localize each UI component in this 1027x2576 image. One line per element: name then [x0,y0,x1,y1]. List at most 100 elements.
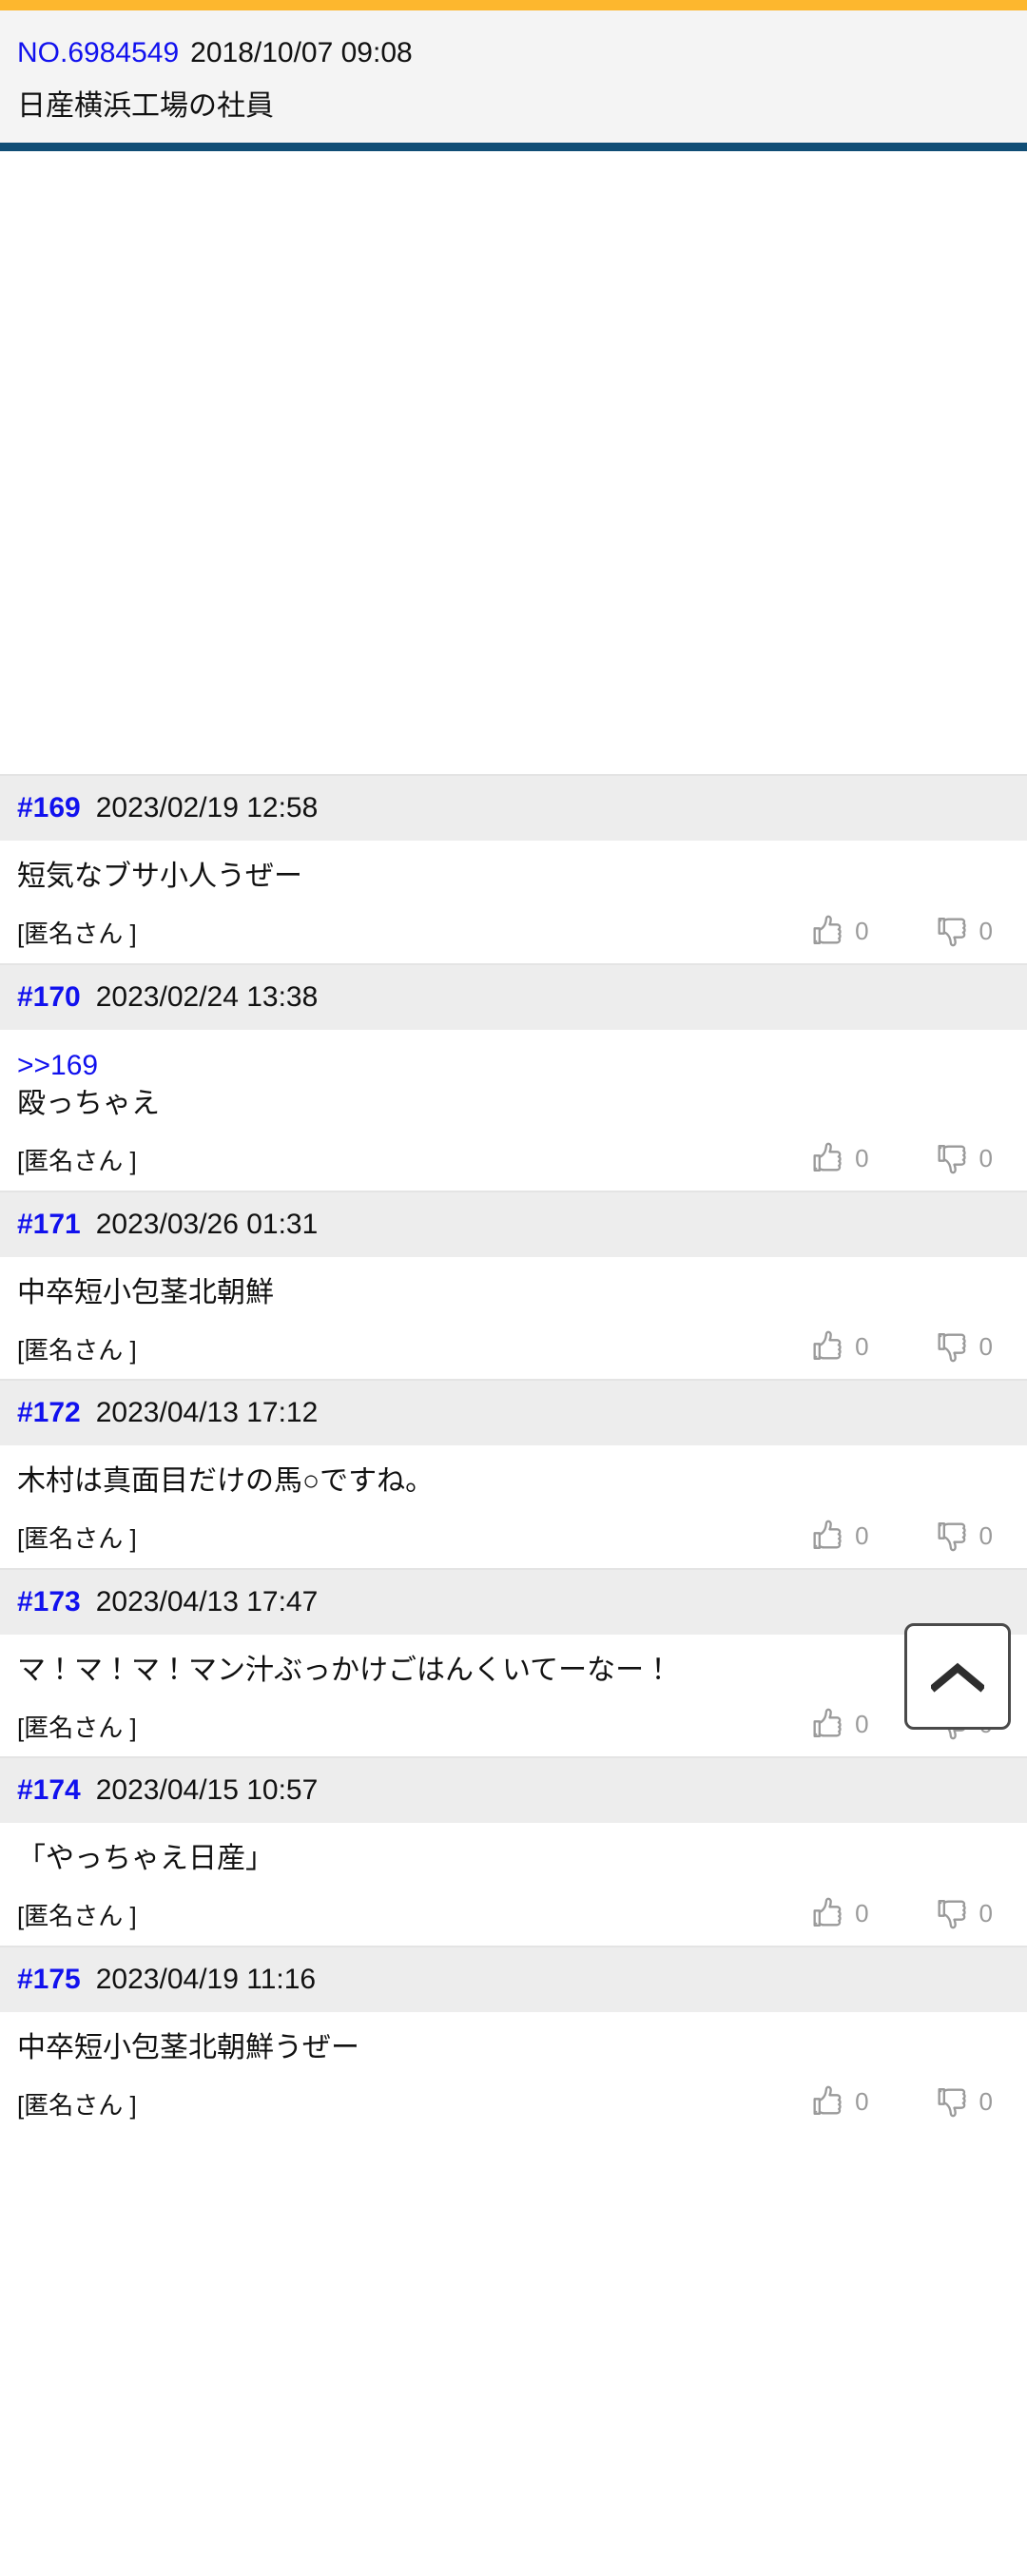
post-header: #174 2023/04/15 10:57 [0,1756,1027,1823]
thumbs-down-icon [938,1333,966,1363]
thumbs-down-icon [938,1521,966,1551]
like-button[interactable]: 0 [811,1517,869,1555]
thumbs-up-icon [813,1708,842,1737]
post-body: 木村は真面目だけの馬○ですね。 [0,1445,1027,1501]
reaction-group: 0 0 [811,1894,1010,1932]
like-count: 0 [855,1520,869,1550]
thumbs-down-icon [938,2088,966,2118]
thumbs-down-icon [938,1144,966,1173]
thread-meta: NO.6984549 2018/10/07 09:08 [17,35,1010,71]
thread-posted-at: 2018/10/07 09:08 [190,37,413,68]
dislike-count: 0 [979,2087,993,2116]
post-number-link[interactable]: #172 [17,1397,81,1428]
post-number-link[interactable]: #175 [17,1964,81,1995]
post-footer: [匿名さん ] 0 0 [0,897,1027,963]
post-text: 木村は真面目だけの馬○ですね。 [17,1465,435,1497]
thread-number-link[interactable]: NO.6984549 [17,37,179,68]
chevron-up-icon [931,1662,984,1693]
thumbs-up-icon [813,2085,842,2115]
post-author: [匿名さん ] [17,1713,137,1742]
post-text: 殴っちゃえ [17,1088,160,1119]
thumbs-up-icon [813,1520,842,1549]
post-header: #169 2023/02/19 12:58 [0,774,1027,841]
dislike-button[interactable]: 0 [936,1327,993,1365]
scroll-to-top-button[interactable] [904,1623,1011,1730]
thread-header: NO.6984549 2018/10/07 09:08 日産横浜工場の社員 [0,10,1027,151]
post-date: 2023/04/15 10:57 [95,1774,319,1806]
like-count: 0 [855,1710,869,1738]
post-date: 2023/02/19 12:58 [95,792,319,823]
post-body: 中卒短小包茎北朝鮮うぜー [0,2012,1027,2068]
post-body: 中卒短小包茎北朝鮮 [0,1257,1027,1313]
like-count: 0 [855,2087,869,2116]
dislike-button[interactable]: 0 [936,1139,993,1177]
like-count: 0 [855,916,869,945]
post-author: [匿名さん ] [17,1335,137,1365]
quote-reference-link[interactable]: >>169 [17,1047,1010,1086]
post-author: [匿名さん ] [17,1902,137,1931]
top-accent-bar [0,0,1027,10]
dislike-button[interactable]: 0 [936,912,993,950]
post-footer: [匿名さん ] 0 0 [0,2067,1027,2134]
post-text: 中卒短小包茎北朝鮮 [17,1276,274,1308]
reaction-group: 0 0 [811,1327,1010,1365]
post-body: 「やっちゃえ日産」 [0,1823,1027,1879]
like-button[interactable]: 0 [811,912,869,950]
like-button[interactable]: 0 [811,2082,869,2121]
post-header: #172 2023/04/13 17:12 [0,1379,1027,1445]
post-author: [匿名さん ] [17,920,137,949]
post-header: #170 2023/02/24 13:38 [0,962,1027,1030]
reaction-group: 0 0 [811,2082,1010,2121]
post-173: #173 2023/04/13 17:47 マ！マ！マ！マン汁ぶっかけごはんくいて… [0,1567,1027,1756]
dislike-button[interactable]: 0 [936,1894,993,1932]
post-date: 2023/04/19 11:16 [95,1963,317,1995]
thumbs-down-icon [938,1899,966,1928]
like-count: 0 [855,1143,869,1172]
dislike-count: 0 [979,1143,993,1172]
like-button[interactable]: 0 [811,1894,869,1932]
post-header: #173 2023/04/13 17:47 [0,1567,1027,1635]
post-footer: [匿名さん ] 0 0 [0,1312,1027,1379]
post-text: 中卒短小包茎北朝鮮うぜー [17,2031,359,2063]
post-175: #175 2023/04/19 11:16 中卒短小包茎北朝鮮うぜー [匿名さん … [0,1945,1027,2134]
dislike-count: 0 [979,916,993,945]
like-count: 0 [855,1898,869,1927]
like-button[interactable]: 0 [811,1705,869,1743]
post-number-link[interactable]: #171 [17,1209,81,1240]
like-count: 0 [855,1332,869,1361]
post-number-link[interactable]: #174 [17,1774,81,1806]
thumbs-up-icon [813,1142,842,1172]
dislike-button[interactable]: 0 [936,1517,993,1555]
post-number-link[interactable]: #173 [17,1586,81,1617]
post-date: 2023/03/26 01:31 [95,1208,319,1240]
post-174: #174 2023/04/15 10:57 「やっちゃえ日産」 [匿名さん ] 0 [0,1756,1027,1946]
thumbs-down-icon [938,917,966,946]
reaction-group: 0 0 [811,912,1010,950]
dislike-count: 0 [979,1898,993,1927]
post-author: [匿名さん ] [17,1147,137,1176]
thumbs-up-icon [813,1897,842,1927]
post-footer: [匿名さん ] 0 0 [0,1124,1027,1191]
reaction-group: 0 0 [811,1517,1010,1555]
post-footer: [匿名さん ] 0 0 [0,1690,1027,1756]
post-body: >>169 殴っちゃえ [0,1030,1027,1124]
dislike-button[interactable]: 0 [936,2082,993,2121]
post-169: #169 2023/02/19 12:58 短気なブサ小人うぜー [匿名さん ] … [0,774,1027,963]
thumbs-up-icon [813,915,842,944]
like-button[interactable]: 0 [811,1327,869,1365]
post-date: 2023/04/13 17:47 [95,1585,319,1617]
post-text: マ！マ！マ！マン汁ぶっかけごはんくいてーなー！ [17,1654,673,1686]
reaction-group: 0 0 [811,1139,1010,1177]
dislike-count: 0 [979,1332,993,1361]
post-header: #175 2023/04/19 11:16 [0,1945,1027,2012]
thread-title: 日産横浜工場の社員 [17,89,274,122]
post-text: 短気なブサ小人うぜー [17,861,302,892]
post-date: 2023/02/24 13:38 [95,980,319,1013]
post-number-link[interactable]: #170 [17,981,81,1013]
post-number-link[interactable]: #169 [17,792,81,823]
post-text: 「やっちゃえ日産」 [17,1843,274,1874]
post-171: #171 2023/03/26 01:31 中卒短小包茎北朝鮮 [匿名さん ] 0 [0,1190,1027,1379]
post-170: #170 2023/02/24 13:38 >>169 殴っちゃえ [匿名さん ]… [0,962,1027,1191]
post-172: #172 2023/04/13 17:12 木村は真面目だけの馬○ですね。 [匿名… [0,1379,1027,1568]
like-button[interactable]: 0 [811,1139,869,1177]
